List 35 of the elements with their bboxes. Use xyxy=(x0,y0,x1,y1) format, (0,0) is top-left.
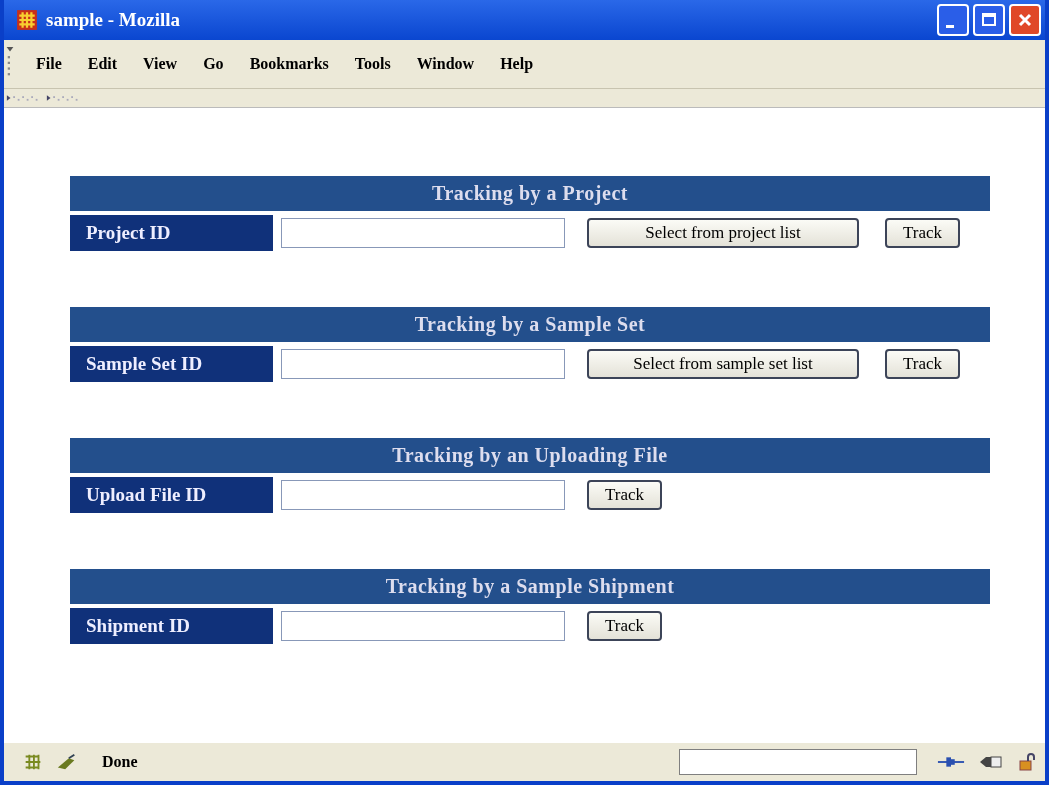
menu-item[interactable]: Tools xyxy=(346,53,399,75)
field-label: Shipment ID xyxy=(70,608,273,644)
menu-item[interactable]: Bookmarks xyxy=(241,53,337,75)
section-header: Tracking by a Sample Set xyxy=(70,307,990,342)
section-header: Tracking by a Sample Shipment xyxy=(70,569,990,604)
id-input-field[interactable] xyxy=(281,218,565,248)
section-header: Tracking by an Uploading File xyxy=(70,438,990,473)
app-icon xyxy=(16,9,38,31)
maximize-button[interactable] xyxy=(973,4,1005,36)
track-button[interactable]: Track xyxy=(885,349,961,379)
pen-icon xyxy=(56,752,78,772)
close-button[interactable] xyxy=(1009,4,1041,36)
section-header: Tracking by a Project xyxy=(70,176,990,211)
menu-item[interactable]: Window xyxy=(408,53,483,75)
plug-icon xyxy=(937,754,965,770)
track-button[interactable]: Track xyxy=(587,611,663,641)
field-label: Project ID xyxy=(70,215,273,251)
field-label: Sample Set ID xyxy=(70,346,273,382)
menu-item[interactable]: View xyxy=(135,53,186,75)
status-text: Done xyxy=(102,753,139,771)
menu-item[interactable]: Help xyxy=(492,53,542,75)
id-input-field[interactable] xyxy=(281,349,565,379)
minimize-icon xyxy=(946,25,954,28)
track-button[interactable]: Track xyxy=(587,480,663,510)
select-list-button[interactable]: Select from sample set list xyxy=(587,349,859,379)
id-input-field[interactable] xyxy=(281,611,565,641)
window-title: sample - Mozilla xyxy=(46,9,182,31)
select-list-button[interactable]: Select from project list xyxy=(587,218,859,248)
field-label: Upload File ID xyxy=(70,477,273,513)
menu-item[interactable]: File xyxy=(28,53,70,75)
menu-item[interactable]: Edit xyxy=(79,53,126,75)
id-input-field[interactable] xyxy=(281,480,565,510)
minimize-button[interactable] xyxy=(937,4,969,36)
menu-item[interactable]: Go xyxy=(195,53,232,75)
track-button[interactable]: Track xyxy=(885,218,961,248)
